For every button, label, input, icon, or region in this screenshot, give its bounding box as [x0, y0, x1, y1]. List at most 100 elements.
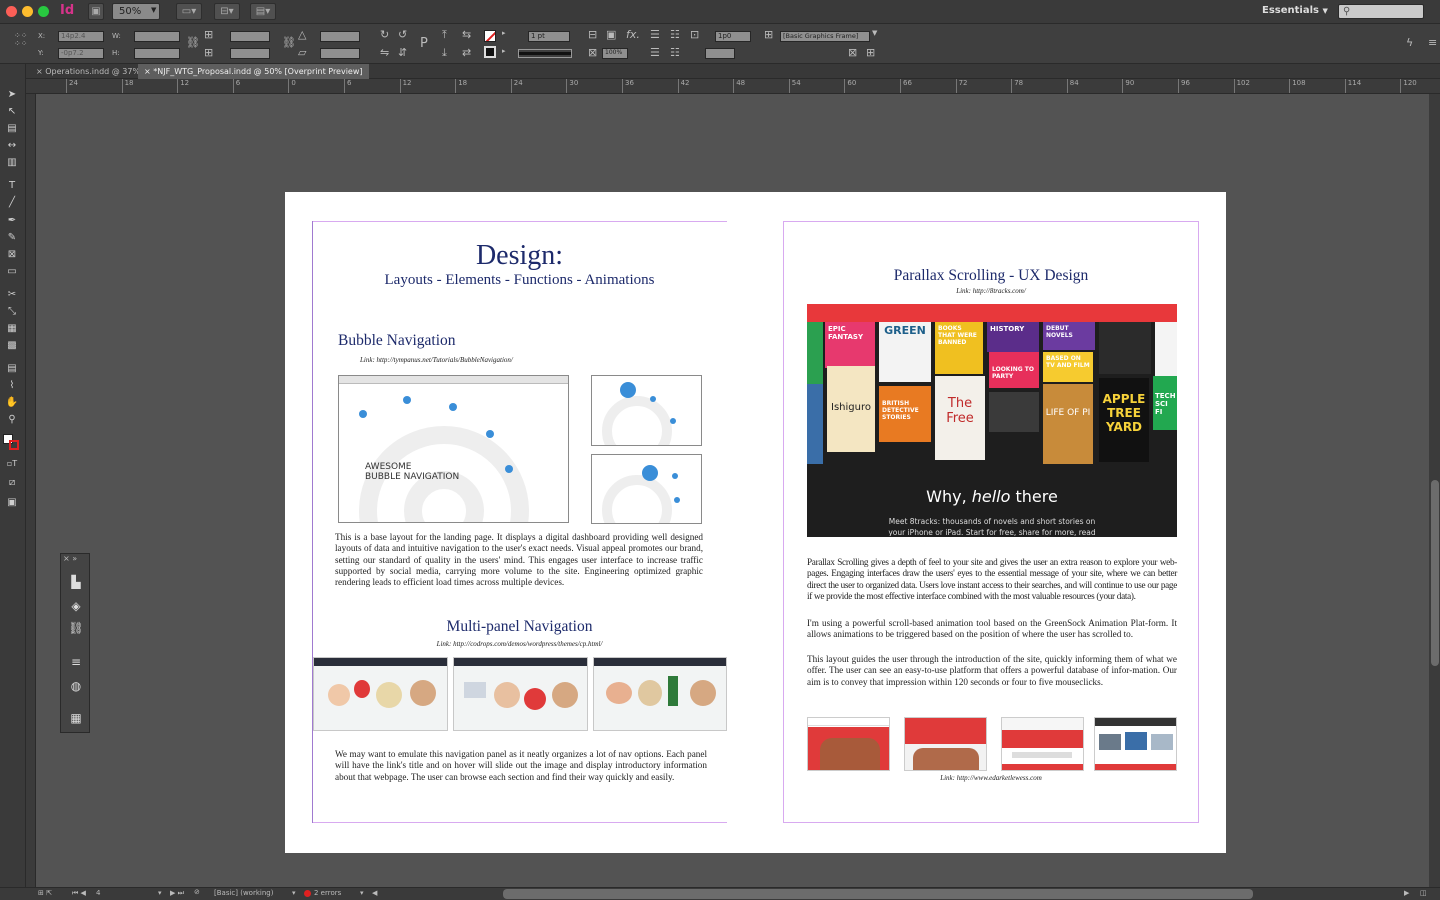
book-cover: LIFE OF PI — [1043, 384, 1093, 464]
bubble-nav-screenshot-small-1 — [591, 375, 702, 446]
preflight-errors[interactable]: 2 errors — [314, 889, 341, 897]
close-icon[interactable]: × — [144, 67, 151, 76]
fit-frame-icon[interactable]: ⊡ — [690, 28, 699, 41]
scissors-tool-icon[interactable]: ✂ — [4, 288, 20, 302]
y-position-field[interactable]: -0p7.2 — [58, 48, 104, 59]
effects-icon[interactable]: fx. — [626, 28, 640, 41]
direct-selection-tool-icon[interactable]: ↖ — [4, 105, 20, 119]
bridge-icon[interactable]: ▣ — [88, 3, 104, 20]
workspace-switcher[interactable]: Essentials ▼ — [1262, 5, 1328, 16]
page-tool-icon[interactable]: ▤ — [4, 122, 20, 136]
vertical-scroll-thumb[interactable] — [1431, 480, 1439, 666]
swatches-panel-icon[interactable]: ◍ — [67, 678, 85, 694]
tab-operations[interactable]: × Operations.indd @ 37% — [30, 64, 146, 79]
page-nav-icon[interactable]: ⊞ ⇱ — [38, 889, 52, 897]
formatting-affects-text-icon[interactable]: ▫T — [4, 457, 20, 471]
arrange-documents-button[interactable]: ▤▾ — [250, 3, 276, 20]
flip-vertical-icon[interactable]: ⇵ — [398, 46, 407, 59]
type-tool-icon[interactable]: T — [4, 179, 20, 193]
cc-libraries-panel-icon[interactable]: ▦ — [67, 710, 85, 726]
flip-horizontal-icon[interactable]: ⇋ — [380, 46, 389, 59]
zoom-tool-icon[interactable]: ⚲ — [4, 413, 20, 427]
height-field[interactable] — [134, 48, 180, 59]
scroll-right-icon[interactable]: ▶ — [1404, 889, 1409, 897]
note-tool-icon[interactable]: ▤ — [4, 362, 20, 376]
zoom-window-button[interactable] — [38, 6, 49, 17]
open-page-icon[interactable]: ⊘ — [194, 888, 200, 896]
fill-swatch[interactable] — [484, 30, 496, 42]
horizontal-ruler[interactable]: 24 18 12 6 0 6 12 18 24 30 36 42 48 54 60 66 72 78 84 90 96 1… — [26, 79, 1440, 94]
preflight-profile[interactable]: [Basic] (working) — [214, 889, 273, 897]
pen-tool-icon[interactable]: ✒ — [4, 214, 20, 228]
gradient-swatch-tool-icon[interactable]: ▦ — [4, 322, 20, 336]
gap-tool-icon[interactable]: ↔ — [4, 139, 20, 153]
gradient-feather-tool-icon[interactable]: ▩ — [4, 339, 20, 353]
x-position-field[interactable]: 14p2.4 — [58, 31, 104, 42]
select-content-icon[interactable]: ⤓ — [442, 46, 447, 60]
columns-field[interactable] — [705, 48, 735, 59]
object-style-select[interactable]: [Basic Graphics Frame] — [780, 31, 870, 42]
stroke-color-icon[interactable] — [9, 440, 19, 450]
rotate-cw-icon[interactable]: ↻ — [380, 28, 389, 41]
minimize-window-button[interactable] — [22, 6, 33, 17]
select-next-icon[interactable]: ⇄ — [462, 46, 471, 59]
first-page-button[interactable]: ⏮ ◀ — [72, 889, 86, 898]
stroke-weight-field[interactable]: 1 pt — [528, 31, 570, 42]
new-style-icon[interactable]: ⊞ — [866, 46, 875, 59]
pages-panel-icon[interactable]: ▙ — [67, 574, 85, 590]
distribute-spacing-icon[interactable]: ☷ — [670, 46, 680, 59]
rectangle-frame-tool-icon[interactable]: ⊠ — [4, 248, 20, 262]
select-container-icon[interactable]: ⤒ — [442, 28, 447, 42]
panel-menu-icon[interactable]: ≡ — [1428, 36, 1437, 49]
help-search-input[interactable]: ⚲ — [1338, 4, 1424, 19]
distribute-icon[interactable]: ☰ — [650, 46, 660, 59]
scale-x-field[interactable] — [230, 31, 270, 42]
vertical-ruler[interactable] — [26, 94, 36, 887]
application-bar: Id ▣ 50% ▼ ▭▾ ⊟▾ ▤▾ Essentials ▼ ⚲ — [0, 0, 1440, 24]
horizontal-scroll-thumb[interactable] — [503, 889, 1253, 899]
width-field[interactable] — [134, 31, 180, 42]
select-previous-icon[interactable]: ⇆ — [462, 28, 471, 41]
reference-point-icon[interactable]: ⁘⁘ ⁘⁘ — [14, 32, 27, 48]
split-window-icon[interactable]: ◫ — [1420, 889, 1427, 897]
rotation-field[interactable] — [320, 31, 360, 42]
layers-panel-icon[interactable]: ◈ — [67, 598, 85, 614]
tab-njf-wtg-proposal[interactable]: × *NJF_WTG_Proposal.indd @ 50% [Overprin… — [138, 64, 369, 79]
next-page-button[interactable]: ▶ ⏭ — [170, 889, 184, 898]
rotate-ccw-icon[interactable]: ↺ — [398, 28, 407, 41]
panel-dock-header[interactable]: × » — [63, 554, 89, 564]
stroke-type-select[interactable] — [518, 49, 572, 58]
line-tool-icon[interactable]: ╱ — [4, 196, 20, 210]
page-number-field[interactable]: 4 — [96, 889, 100, 897]
hand-tool-icon[interactable]: ✋ — [4, 396, 20, 410]
eyedropper-tool-icon[interactable]: ⌇ — [4, 379, 20, 393]
scroll-left-icon[interactable]: ◀ — [372, 889, 377, 897]
shear-field[interactable] — [320, 48, 360, 59]
thumbnails-link: Link: http://www.edarketlewess.com — [940, 774, 1042, 782]
screen-mode-icon[interactable]: ▣ — [4, 496, 20, 510]
close-icon[interactable]: × — [36, 67, 43, 76]
stroke-swatch[interactable] — [484, 46, 496, 58]
links-panel-icon[interactable]: ⛓ — [67, 620, 85, 636]
selection-tool-icon[interactable]: ➤ — [4, 88, 20, 102]
lightning-icon[interactable]: ϟ — [1406, 36, 1413, 49]
align-top-icon[interactable]: ☰ — [650, 28, 660, 41]
close-window-button[interactable] — [6, 6, 17, 17]
constrain-proportions-icon[interactable]: ⛓ — [186, 36, 200, 49]
free-transform-tool-icon[interactable]: ⤡ — [4, 305, 20, 319]
view-options-button[interactable]: ▭▾ — [176, 3, 202, 20]
rectangle-tool-icon[interactable]: ▭ — [4, 265, 20, 279]
screen-mode-button[interactable]: ⊟▾ — [214, 3, 240, 20]
text-wrap-icon[interactable]: ⊟ — [588, 28, 597, 41]
gutter-field[interactable]: 1p0 — [715, 31, 751, 42]
link-scale-icon[interactable]: ⛓ — [282, 36, 296, 49]
opacity-field[interactable]: 100% — [602, 48, 628, 59]
clear-overrides-icon[interactable]: ⊠ — [848, 46, 857, 59]
scale-y-field[interactable] — [230, 48, 270, 59]
stroke-panel-icon[interactable]: ≡ — [67, 654, 85, 670]
align-middle-icon[interactable]: ☷ — [670, 28, 680, 41]
content-collector-icon[interactable]: ▥ — [4, 156, 20, 170]
drop-shadow-icon[interactable]: ▣ — [606, 28, 616, 41]
apply-none-icon[interactable]: ⧄ — [4, 476, 20, 490]
pencil-tool-icon[interactable]: ✎ — [4, 231, 20, 245]
